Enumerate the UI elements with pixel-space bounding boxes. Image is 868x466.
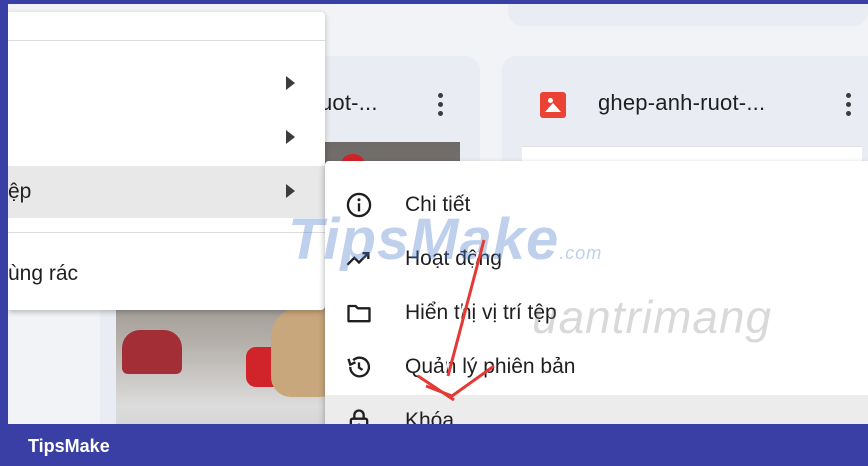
activity-icon bbox=[346, 252, 370, 266]
info-icon bbox=[346, 192, 372, 218]
submenu-item-label: Khóa bbox=[405, 409, 455, 424]
history-icon bbox=[347, 356, 371, 378]
submenu-item-label: Hoạt động bbox=[405, 247, 502, 270]
file-name-1: uot-... bbox=[320, 90, 378, 115]
more-vert-icon[interactable] bbox=[426, 86, 454, 122]
submenu-item-manage-versions[interactable]: Quản lý phiên bản bbox=[325, 341, 868, 393]
submenu-item-label: Hiển thị vị trí tệp bbox=[405, 301, 557, 324]
menu-item-label: ệp bbox=[8, 180, 32, 203]
file-name-2: ghep-anh-ruot-... bbox=[598, 90, 766, 115]
thumbnail-scooter bbox=[122, 330, 182, 374]
lock-icon bbox=[349, 409, 369, 424]
more-vert-icon[interactable] bbox=[834, 86, 862, 122]
submenu-arrow-icon bbox=[286, 130, 295, 144]
footer-bar: TipsMake bbox=[0, 424, 868, 466]
submenu-arrow-icon bbox=[286, 76, 295, 90]
menu-divider bbox=[8, 40, 325, 41]
folder-icon bbox=[347, 304, 371, 323]
submenu-arrow-icon bbox=[286, 184, 295, 198]
image-file-icon bbox=[540, 92, 566, 118]
menu-divider bbox=[8, 232, 325, 233]
submenu-item-label: Quản lý phiên bản bbox=[405, 355, 576, 378]
submenu-item-activity[interactable]: Hoạt động bbox=[325, 233, 868, 285]
menu-item-trash[interactable]: ùng rác bbox=[8, 248, 325, 300]
footer-brand: TipsMake bbox=[28, 436, 110, 456]
submenu-item-show-location[interactable]: Hiển thị vị trí tệp bbox=[325, 287, 868, 339]
drive-viewport: uot-... ghep-anh-ruot-... ệp ùng rác Chi… bbox=[8, 4, 868, 424]
menu-item-1[interactable] bbox=[8, 58, 325, 110]
menu-item-label: ùng rác bbox=[8, 262, 79, 285]
file-card-top[interactable] bbox=[508, 4, 868, 26]
submenu-item-details[interactable]: Chi tiết bbox=[325, 179, 868, 231]
file-info-submenu: Chi tiết Hoạt động Hiển thị vị trí tệp Q… bbox=[325, 161, 868, 424]
menu-item-file-info[interactable]: ệp bbox=[8, 166, 325, 218]
submenu-item-label: Chi tiết bbox=[405, 193, 471, 216]
context-menu: ệp ùng rác bbox=[8, 12, 325, 310]
submenu-item-lock[interactable]: Khóa bbox=[325, 395, 868, 424]
menu-item-2[interactable] bbox=[8, 112, 325, 164]
